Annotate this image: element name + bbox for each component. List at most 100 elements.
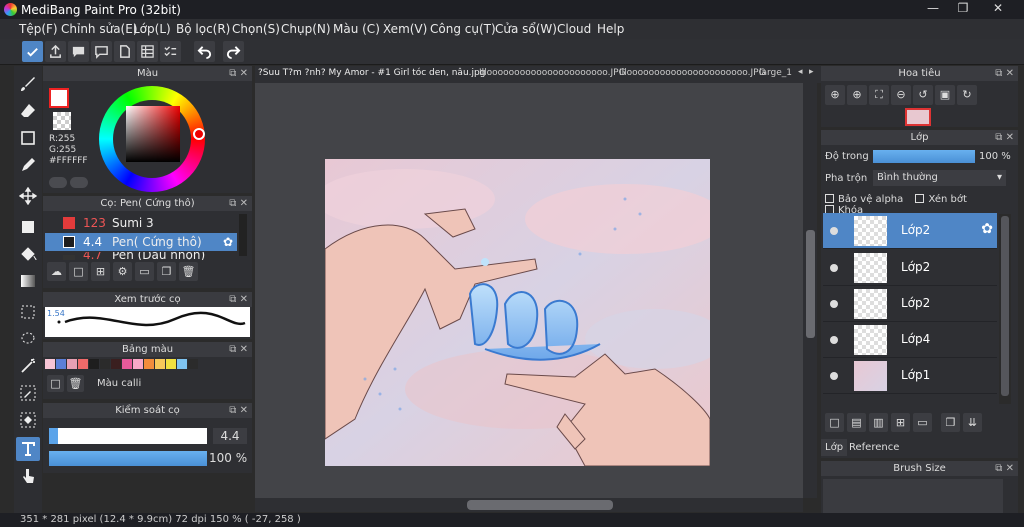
- protect-alpha-checkbox[interactable]: Bảo vệ alpha: [825, 194, 903, 205]
- brush-tool[interactable]: [16, 72, 40, 96]
- visibility-icon[interactable]: [830, 264, 838, 272]
- visibility-icon[interactable]: [830, 227, 838, 235]
- move-tool[interactable]: [16, 184, 40, 208]
- picker-mode-button[interactable]: [70, 177, 88, 188]
- horizontal-scroll-thumb[interactable]: [467, 500, 613, 510]
- brush-opacity-slider[interactable]: [49, 451, 207, 466]
- drawing-canvas[interactable]: [325, 159, 710, 466]
- layer-opacity-slider[interactable]: [873, 150, 975, 163]
- panel-controls[interactable]: ⧉ ✕: [229, 66, 248, 81]
- palette-color-swatch[interactable]: [177, 359, 187, 369]
- select-eraser-tool[interactable]: [16, 408, 40, 432]
- brush-cloud-button[interactable]: ☁: [47, 262, 66, 281]
- vertical-scroll-thumb[interactable]: [806, 230, 815, 338]
- menu-edit[interactable]: Chỉnh sửa(E): [61, 22, 138, 36]
- saturation-value-picker[interactable]: [126, 106, 180, 162]
- panel-controls[interactable]: ⧉ ✕: [995, 66, 1014, 81]
- menu-color[interactable]: Màu (C): [333, 22, 380, 36]
- eraser-tool[interactable]: [16, 99, 40, 123]
- minimize-button[interactable]: —: [918, 0, 948, 18]
- tab-document-2[interactable]: Illoooooooooooooooooooooo.JPG: [479, 68, 626, 78]
- gear-icon[interactable]: ✿: [981, 221, 993, 237]
- undo-button[interactable]: [194, 41, 215, 62]
- new-halftone-layer-button[interactable]: ▤: [847, 413, 866, 432]
- brush-size-slider[interactable]: [49, 428, 207, 444]
- rectangle-tool[interactable]: [16, 126, 40, 150]
- lasso-tool[interactable]: [16, 327, 40, 351]
- maximize-button[interactable]: ❐: [948, 0, 978, 18]
- merge-layer-button[interactable]: ⇊: [963, 413, 982, 432]
- new-8bit-layer-button[interactable]: ▥: [869, 413, 888, 432]
- zoom-in-alt-button[interactable]: ⊕: [847, 85, 867, 105]
- comment-button[interactable]: [68, 41, 89, 62]
- layer-scroll-thumb[interactable]: [1001, 216, 1009, 396]
- rotate-left-button[interactable]: ↺: [913, 85, 933, 105]
- palette-color-swatch[interactable]: [100, 359, 110, 369]
- brush-delete-button[interactable]: 🗑: [179, 262, 198, 281]
- navigator-thumbnail[interactable]: [905, 108, 931, 126]
- zoom-out-button[interactable]: ⊖: [891, 85, 911, 105]
- brush-add-button[interactable]: ⊞: [91, 262, 110, 281]
- visibility-icon[interactable]: [830, 372, 838, 380]
- panel-controls[interactable]: ⧉ ✕: [995, 461, 1014, 476]
- palette-color-swatch[interactable]: [144, 359, 154, 369]
- menu-tools[interactable]: Công cụ(T): [430, 22, 496, 36]
- palette-color-swatch[interactable]: [78, 359, 88, 369]
- brush-size-grid[interactable]: [823, 479, 1003, 513]
- checklist-button[interactable]: [160, 41, 181, 62]
- zoom-in-button[interactable]: ⊕: [825, 85, 845, 105]
- tab-document-1[interactable]: ?Suu T?m ?nh? My Amor - #1 Girl tóc den,…: [258, 68, 485, 78]
- panel-controls[interactable]: ⧉ ✕: [229, 403, 248, 418]
- cloud-save-button[interactable]: [22, 41, 43, 62]
- operation-tool[interactable]: [16, 464, 40, 488]
- tab-document-3[interactable]: Illoooooooooooooooooooooo.JPG: [619, 68, 766, 78]
- brush-folder-button[interactable]: ▭: [135, 262, 154, 281]
- text-tool[interactable]: [16, 437, 40, 461]
- panel-controls[interactable]: ⧉ ✕: [995, 130, 1014, 145]
- fit-screen-button[interactable]: ⛶: [869, 85, 889, 105]
- select-tool[interactable]: [16, 300, 40, 324]
- new-brush-button[interactable]: □: [69, 262, 88, 281]
- menu-file[interactable]: Tệp(F): [19, 22, 58, 36]
- palette-mode-button[interactable]: [49, 177, 67, 188]
- menu-filter[interactable]: Bộ lọc(R): [176, 22, 230, 36]
- magic-wand-tool[interactable]: [16, 354, 40, 378]
- menu-window[interactable]: Cửa sổ(W): [495, 22, 557, 36]
- panel-controls[interactable]: ⧉ ✕: [229, 196, 248, 211]
- brush-copy-button[interactable]: ❐: [157, 262, 176, 281]
- select-pen-tool[interactable]: [16, 381, 40, 405]
- close-button[interactable]: ✕: [978, 0, 1018, 18]
- palette-color-swatch[interactable]: [188, 359, 198, 369]
- background-color-swatch[interactable]: [53, 112, 71, 130]
- actual-size-button[interactable]: ▣: [935, 85, 955, 105]
- visibility-icon[interactable]: [830, 336, 838, 344]
- message-button[interactable]: [91, 41, 112, 62]
- new-layer-button[interactable]: □: [825, 413, 844, 432]
- palette-color-swatch[interactable]: [155, 359, 165, 369]
- brush-list-scrollbar[interactable]: [239, 214, 247, 256]
- layer-row[interactable]: Lớp2: [823, 250, 997, 286]
- blend-mode-select[interactable]: Bình thường ▾: [873, 170, 1006, 186]
- menu-help[interactable]: Help: [597, 22, 624, 36]
- palette-delete-button[interactable]: 🗑: [67, 375, 84, 392]
- palette-color-swatch[interactable]: [133, 359, 143, 369]
- menu-layer[interactable]: Lớp(L): [133, 22, 171, 36]
- layer-row-selected[interactable]: Lớp2 ✿: [823, 213, 997, 249]
- clipping-checkbox[interactable]: Xén bớt: [915, 194, 967, 205]
- document-button[interactable]: [114, 41, 135, 62]
- brush-settings-button[interactable]: ⚙: [113, 262, 132, 281]
- tab-scroll-right[interactable]: ▸: [809, 67, 814, 77]
- gradient-tool[interactable]: [16, 269, 40, 293]
- menu-cloud[interactable]: Cloud: [557, 22, 591, 36]
- palette-color-swatch[interactable]: [45, 359, 55, 369]
- menu-snap[interactable]: Chụp(N): [281, 22, 331, 36]
- palette-color-swatch[interactable]: [122, 359, 132, 369]
- brush-item-selected[interactable]: 4.4 Pen( Cứng thô) ✿: [45, 233, 237, 251]
- tab-document-4[interactable]: large_1: [759, 68, 792, 78]
- brush-size-value[interactable]: 4.4: [213, 428, 247, 444]
- tab-layer[interactable]: Lớp: [821, 439, 848, 456]
- gear-icon[interactable]: ✿: [223, 233, 233, 251]
- bucket-tool[interactable]: [16, 242, 40, 266]
- palette-color-swatch[interactable]: [89, 359, 99, 369]
- layer-folder-button[interactable]: ▭: [913, 413, 932, 432]
